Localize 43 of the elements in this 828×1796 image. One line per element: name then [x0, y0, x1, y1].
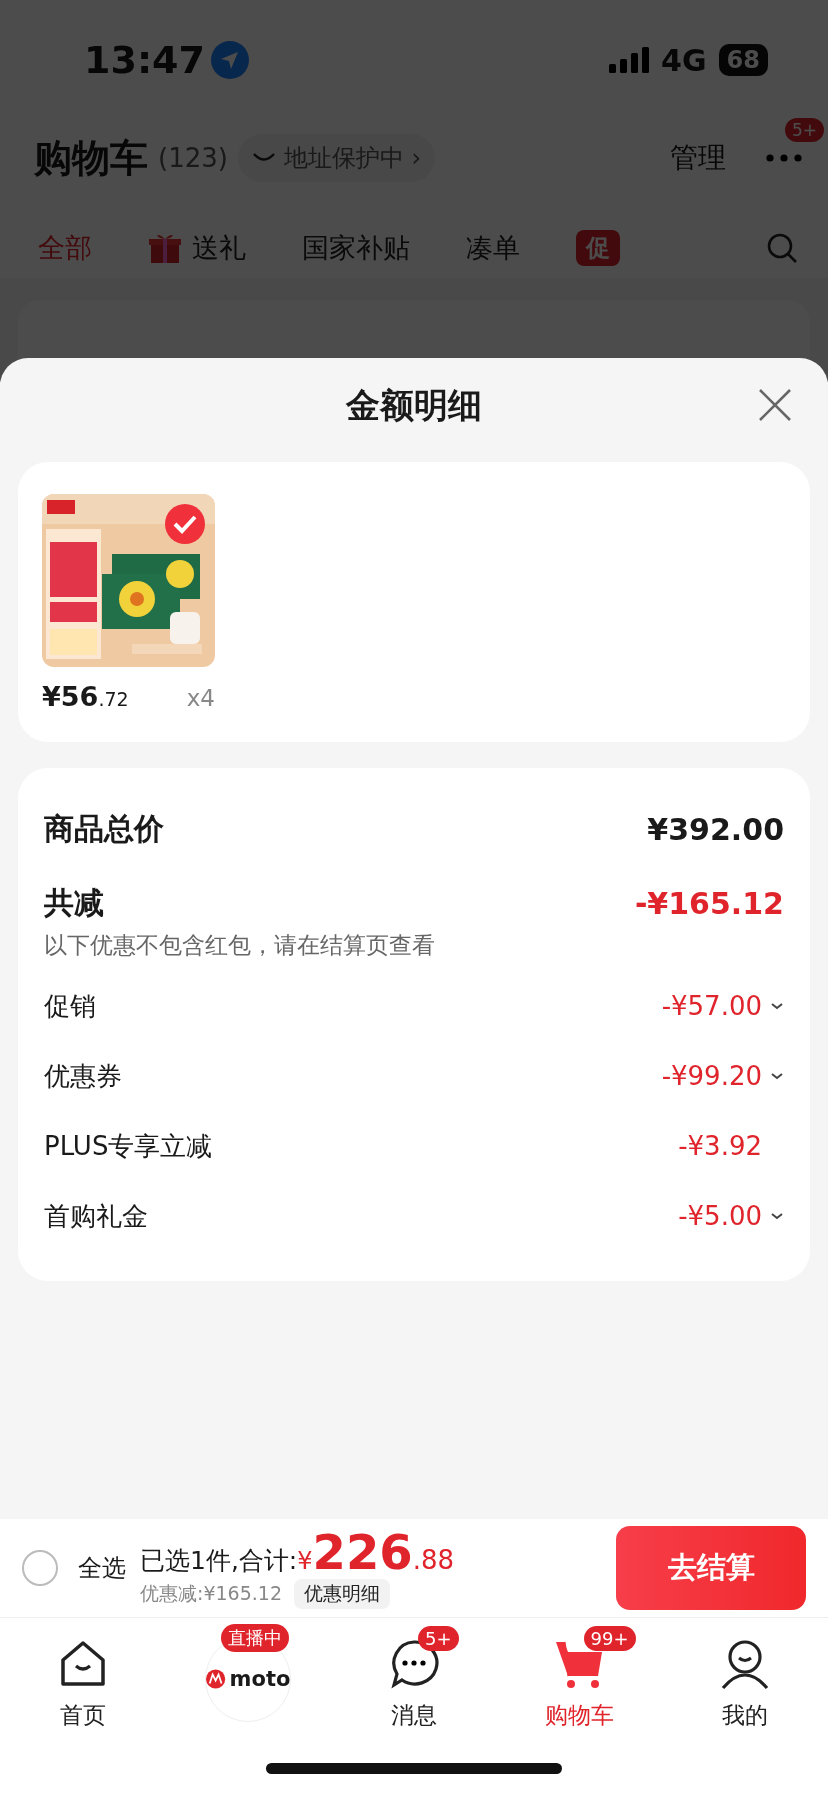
tab-bar-item[interactable]: 首页 [0, 1618, 166, 1740]
sheet-title: 金额明细 [346, 384, 482, 427]
total-price: 已选1件,合计:¥226.88 [140, 1527, 455, 1577]
select-all-radio[interactable] [22, 1550, 58, 1586]
quantity: x4 [186, 685, 215, 711]
price-label: 促销 [44, 989, 96, 1023]
price-value: -¥57.00 [661, 991, 762, 1021]
price-label: 商品总价 [44, 809, 164, 848]
tab-label: 我的 [722, 1701, 769, 1730]
tab-bar-item[interactable]: 99+ 购物车 [496, 1618, 663, 1740]
note-text: 以下优惠不包含红包，请在结算页查看 [44, 931, 436, 960]
checkout-button[interactable]: 去结算 [616, 1526, 806, 1610]
count-badge: 99+ [583, 1626, 636, 1651]
price-label: 首购礼金 [44, 1199, 148, 1233]
product-price: ¥56.72 [42, 681, 129, 712]
discount-detail-button[interactable]: 优惠明细 [294, 1578, 390, 1609]
count-badge: 5+ [418, 1626, 459, 1651]
chevron-down-icon [770, 1212, 784, 1220]
price-value: -¥5.00 [678, 1201, 762, 1231]
select-all-label: 全选 [78, 1553, 126, 1584]
tab-bar-item[interactable]: 我的 [662, 1618, 828, 1740]
chevron-down-icon [770, 1072, 784, 1080]
page-title: 购物车 [34, 134, 148, 182]
m-logo-icon [206, 1666, 226, 1692]
network-label: 4G [661, 42, 707, 78]
price-value: -¥165.12 [634, 885, 784, 921]
tab-bar-item[interactable]: 5+ 消息 [331, 1618, 497, 1740]
tab-bar-item[interactable]: 直播中 moto [165, 1618, 332, 1740]
logo-text: moto [229, 1667, 291, 1691]
tab-label: 购物车 [545, 1701, 615, 1730]
price-label: 共减 [44, 883, 104, 922]
price-value: ¥392.00 [647, 811, 784, 847]
close-icon[interactable] [758, 388, 792, 422]
price-label: PLUS专享立减 [44, 1129, 213, 1163]
tab-label: 首页 [59, 1701, 106, 1730]
discount-text: 优惠减:¥165.12 [140, 1580, 282, 1606]
price-value: -¥3.92 [678, 1131, 762, 1161]
chevron-down-icon [770, 1002, 784, 1010]
count-badge: 直播中 [221, 1624, 290, 1652]
price-label: 优惠券 [44, 1059, 122, 1093]
price-value: -¥99.20 [661, 1061, 762, 1091]
tab-label: 消息 [391, 1701, 437, 1730]
clock-time: 13:47 [84, 38, 205, 82]
